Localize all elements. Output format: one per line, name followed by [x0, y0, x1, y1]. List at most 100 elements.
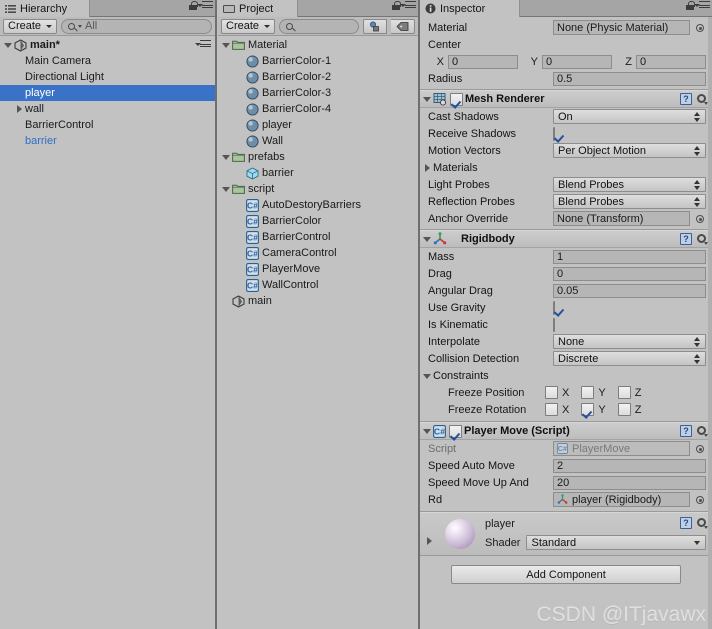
hierarchy-search-input[interactable]: All [61, 18, 212, 34]
hierarchy-scene-row[interactable]: main* [0, 37, 215, 53]
tab-inspector[interactable]: Inspector [420, 0, 520, 17]
freeze-position-x-checkbox[interactable] [545, 386, 558, 399]
freeze-rotation-y-checkbox[interactable] [581, 403, 595, 416]
chevron-down-icon[interactable] [422, 91, 433, 107]
receive-shadows-checkbox[interactable] [553, 126, 555, 141]
project-item[interactable]: player [218, 117, 418, 133]
collider-material-field[interactable]: None (Physic Material) [553, 20, 690, 35]
help-icon[interactable]: ? [680, 233, 692, 245]
help-icon[interactable]: ? [680, 517, 692, 529]
project-item[interactable]: C# WallControl [218, 277, 418, 293]
materials-foldout-row[interactable]: Materials [420, 159, 712, 176]
interpolate-dropdown[interactable]: None [553, 334, 706, 349]
tab-project[interactable]: Project [218, 0, 298, 17]
is-kinematic-checkbox[interactable] [553, 317, 555, 332]
project-item[interactable]: C# CameraControl [218, 245, 418, 261]
cast-shadows-dropdown[interactable]: On [553, 109, 706, 124]
reflection-probes-dropdown[interactable]: Blend Probes [553, 194, 706, 209]
chevron-right-icon[interactable] [424, 533, 435, 549]
hierarchy-item[interactable]: wall [0, 101, 215, 117]
anchor-override-field[interactable]: None (Transform) [553, 211, 690, 226]
mesh-renderer-header[interactable]: Mesh Renderer ? [420, 90, 712, 108]
object-picker-icon[interactable] [693, 212, 706, 225]
mesh-renderer-enabled-checkbox[interactable] [450, 92, 463, 106]
freeze-rotation-z-checkbox[interactable] [617, 403, 631, 416]
hierarchy-item[interactable]: barrier [0, 133, 215, 149]
use-gravity-checkbox[interactable] [553, 300, 555, 315]
hierarchy-item[interactable]: Directional Light [0, 69, 215, 85]
mass-input[interactable]: 1 [553, 249, 706, 264]
chevron-down-icon[interactable] [422, 423, 433, 439]
help-icon[interactable]: ? [680, 425, 692, 437]
project-item[interactable]: BarrierColor-3 [218, 85, 418, 101]
chevron-down-icon[interactable] [422, 368, 433, 384]
filter-by-type-icon[interactable] [363, 18, 387, 34]
object-picker-icon[interactable] [693, 21, 706, 34]
project-item[interactable]: BarrierColor-4 [218, 101, 418, 117]
speed-auto-move-input[interactable]: 2 [553, 458, 706, 473]
gear-icon[interactable] [696, 425, 708, 437]
project-item[interactable]: BarrierColor-1 [218, 53, 418, 69]
center-z-input[interactable]: 0 [636, 54, 706, 69]
project-item[interactable]: main [218, 293, 418, 309]
filter-by-label-icon[interactable] [391, 18, 415, 34]
center-y-input[interactable]: 0 [542, 54, 612, 69]
freeze-rotation-x-checkbox[interactable] [545, 403, 558, 416]
project-item[interactable]: C# BarrierColor [218, 213, 418, 229]
chevron-down-icon[interactable] [221, 37, 232, 53]
center-x-input[interactable]: 0 [448, 54, 518, 69]
hierarchy-item[interactable]: player [0, 85, 215, 101]
hierarchy-item[interactable]: BarrierControl [0, 117, 215, 133]
project-item[interactable]: BarrierColor-2 [218, 69, 418, 85]
chevron-right-icon[interactable] [422, 160, 433, 176]
chevron-down-icon[interactable] [3, 37, 14, 53]
rd-field[interactable]: player (Rigidbody) [553, 492, 690, 507]
project-search-input[interactable] [279, 18, 359, 34]
chevron-down-icon[interactable] [221, 149, 232, 165]
add-component-button[interactable]: Add Component [451, 565, 681, 584]
gear-icon[interactable] [696, 517, 708, 529]
speed-move-up-and-input[interactable]: 20 [553, 475, 706, 490]
light-probes-dropdown[interactable]: Blend Probes [553, 177, 706, 192]
hierarchy-project-splitter[interactable] [215, 0, 217, 629]
gear-icon[interactable] [696, 93, 708, 105]
hierarchy-menu-icon[interactable] [197, 1, 213, 10]
scene-context-menu-icon[interactable] [195, 40, 211, 49]
motion-vectors-dropdown[interactable]: Per Object Motion [553, 143, 706, 158]
radius-input[interactable]: 0.5 [553, 71, 706, 86]
tab-hierarchy[interactable]: Hierarchy [0, 0, 90, 17]
lock-icon[interactable] [392, 1, 401, 10]
lock-icon[interactable] [686, 1, 695, 10]
inspector-scrollbar[interactable] [708, 17, 712, 629]
project-item[interactable]: C# BarrierControl [218, 229, 418, 245]
project-item[interactable]: barrier [218, 165, 418, 181]
rigidbody-header[interactable]: Rigidbody ? [420, 230, 712, 248]
collision-detection-dropdown[interactable]: Discrete [553, 351, 706, 366]
chevron-down-icon[interactable] [422, 231, 433, 247]
freeze-position-y-checkbox[interactable] [581, 386, 595, 399]
project-item[interactable]: C# AutoDestoryBarriers [218, 197, 418, 213]
hierarchy-item[interactable]: Main Camera [0, 53, 215, 69]
project-item[interactable]: Wall [218, 133, 418, 149]
project-create-button[interactable]: Create [221, 18, 276, 34]
drag-input[interactable]: 0 [553, 266, 706, 281]
project-item[interactable]: script [218, 181, 418, 197]
player-move-enabled-checkbox[interactable] [449, 424, 462, 438]
shader-dropdown[interactable]: Standard [526, 535, 706, 550]
project-item[interactable]: prefabs [218, 149, 418, 165]
gear-icon[interactable] [696, 233, 708, 245]
help-icon[interactable]: ? [680, 93, 692, 105]
lock-icon[interactable] [189, 1, 198, 10]
object-picker-icon[interactable] [693, 493, 706, 506]
project-item[interactable]: C# PlayerMove [218, 261, 418, 277]
inspector-menu-icon[interactable] [694, 1, 710, 10]
project-item[interactable]: Material [218, 37, 418, 53]
chevron-right-icon[interactable] [14, 101, 25, 117]
angular-drag-input[interactable]: 0.05 [553, 283, 706, 298]
project-menu-icon[interactable] [400, 1, 416, 10]
freeze-position-z-checkbox[interactable] [617, 386, 631, 399]
player-move-header[interactable]: C# Player Move (Script) ? [420, 422, 712, 440]
chevron-down-icon[interactable] [221, 181, 232, 197]
hierarchy-create-button[interactable]: Create [3, 18, 58, 34]
constraints-foldout-row[interactable]: Constraints [420, 367, 712, 384]
